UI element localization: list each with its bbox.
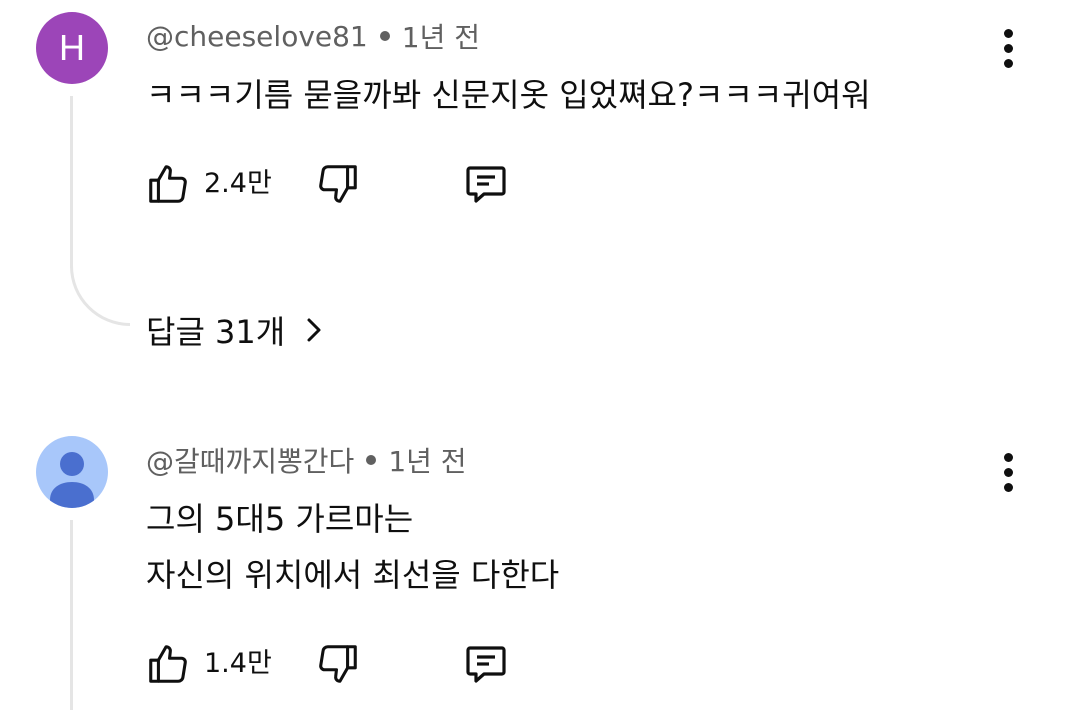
- more-options-button[interactable]: [988, 18, 1028, 78]
- replies-button[interactable]: 답글 31개: [146, 306, 329, 354]
- comment-actions: 1.4만: [140, 634, 540, 694]
- comment-text-line: 그의 5대5 가르마는: [146, 500, 414, 538]
- avatar[interactable]: H: [36, 12, 108, 84]
- dislike-button[interactable]: [310, 634, 366, 694]
- replies-label: 답글 31개: [146, 313, 286, 351]
- separator-dot: [366, 455, 377, 465]
- like-count: 2.4만: [204, 168, 272, 199]
- thumbs-up-icon: [149, 645, 187, 683]
- comment-author[interactable]: @갈때까지뽕간다: [146, 440, 354, 480]
- kebab-dot: [1003, 28, 1013, 38]
- thumbs-down-icon: [319, 165, 357, 203]
- comment-meta: @갈때까지뽕간다 1년 전: [146, 440, 467, 480]
- thread-line: [70, 96, 73, 268]
- separator-dot: [379, 31, 390, 41]
- like-button[interactable]: [140, 634, 196, 694]
- person-icon: [50, 452, 94, 508]
- reply-button[interactable]: [458, 154, 514, 214]
- comment-time: 1년 전: [401, 21, 480, 54]
- comment-time: 1년 전: [388, 445, 467, 478]
- like-button[interactable]: [140, 154, 196, 214]
- comment-icon: [466, 166, 506, 203]
- comment-text: ㅋㅋㅋ기름 묻을까봐 신문지옷 입었쪄요?ㅋㅋㅋ귀여워: [146, 76, 871, 114]
- comment-meta: @cheeselove81 1년 전: [146, 16, 480, 56]
- chevron-right-icon: [307, 318, 321, 342]
- more-options-button[interactable]: [988, 442, 1028, 502]
- thread-connector: [70, 266, 130, 326]
- thumbs-up-icon: [149, 165, 187, 203]
- comment-item: H @cheeselove81 1년 전 ㅋㅋㅋ기름 묻을까봐 신문지옷 입었쪄…: [0, 0, 1080, 380]
- kebab-dot: [1003, 467, 1013, 477]
- avatar-letter: H: [59, 27, 85, 68]
- kebab-dot: [1003, 482, 1013, 492]
- comment-text-line: 자신의 위치에서 최선을 다한다: [146, 556, 560, 594]
- kebab-dot: [1003, 452, 1013, 462]
- avatar[interactable]: [36, 436, 108, 508]
- kebab-dot: [1003, 43, 1013, 53]
- comment-actions: 2.4만: [140, 154, 540, 214]
- like-count: 1.4만: [204, 648, 272, 679]
- dislike-button[interactable]: [310, 154, 366, 214]
- thread-line: [70, 520, 73, 710]
- reply-button[interactable]: [458, 634, 514, 694]
- comment-author[interactable]: @cheeselove81: [146, 20, 368, 53]
- thumbs-down-icon: [319, 645, 357, 683]
- comment-item: @갈때까지뽕간다 1년 전 그의 5대5 가르마는 자신의 위치에서 최선을 다…: [0, 380, 1080, 710]
- kebab-dot: [1003, 58, 1013, 68]
- comment-icon: [466, 646, 506, 683]
